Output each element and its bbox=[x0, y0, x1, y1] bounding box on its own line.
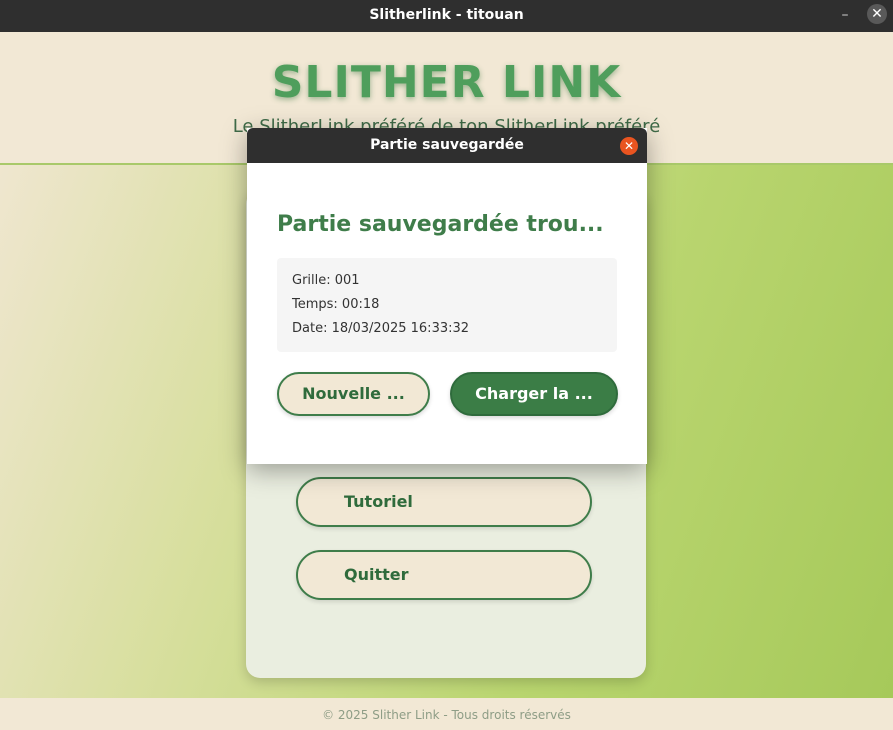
copyright-text: © 2025 Slither Link - Tous droits réserv… bbox=[322, 708, 571, 722]
tutorial-button[interactable]: Tutoriel bbox=[296, 477, 592, 527]
app-title: SLITHER LINK bbox=[271, 57, 622, 108]
window-title: Slitherlink - titouan bbox=[369, 7, 524, 23]
dialog-heading: Partie sauvegardée trou... bbox=[277, 212, 604, 237]
window-titlebar: Slitherlink - titouan – ✕ bbox=[0, 0, 893, 32]
dialog-titlebar: Partie sauvegardée ✕ bbox=[247, 128, 647, 163]
grid-info: Grille: 001 bbox=[292, 273, 360, 288]
saved-game-info: Grille: 001 Temps: 00:18 Date: 18/03/202… bbox=[277, 258, 617, 352]
footer: © 2025 Slither Link - Tous droits réserv… bbox=[0, 698, 893, 730]
quit-button[interactable]: Quitter bbox=[296, 550, 592, 600]
saved-game-dialog: Partie sauvegardée ✕ Partie sauvegardée … bbox=[247, 128, 647, 464]
time-info: Temps: 00:18 bbox=[292, 297, 380, 312]
new-game-button[interactable]: Nouvelle ... bbox=[277, 372, 430, 416]
dialog-title: Partie sauvegardée bbox=[370, 137, 524, 153]
minimize-icon[interactable]: – bbox=[835, 4, 855, 26]
close-icon[interactable]: ✕ bbox=[867, 4, 887, 24]
date-info: Date: 18/03/2025 16:33:32 bbox=[292, 321, 470, 336]
dialog-close-icon[interactable]: ✕ bbox=[620, 137, 638, 155]
load-game-button[interactable]: Charger la ... bbox=[450, 372, 618, 416]
